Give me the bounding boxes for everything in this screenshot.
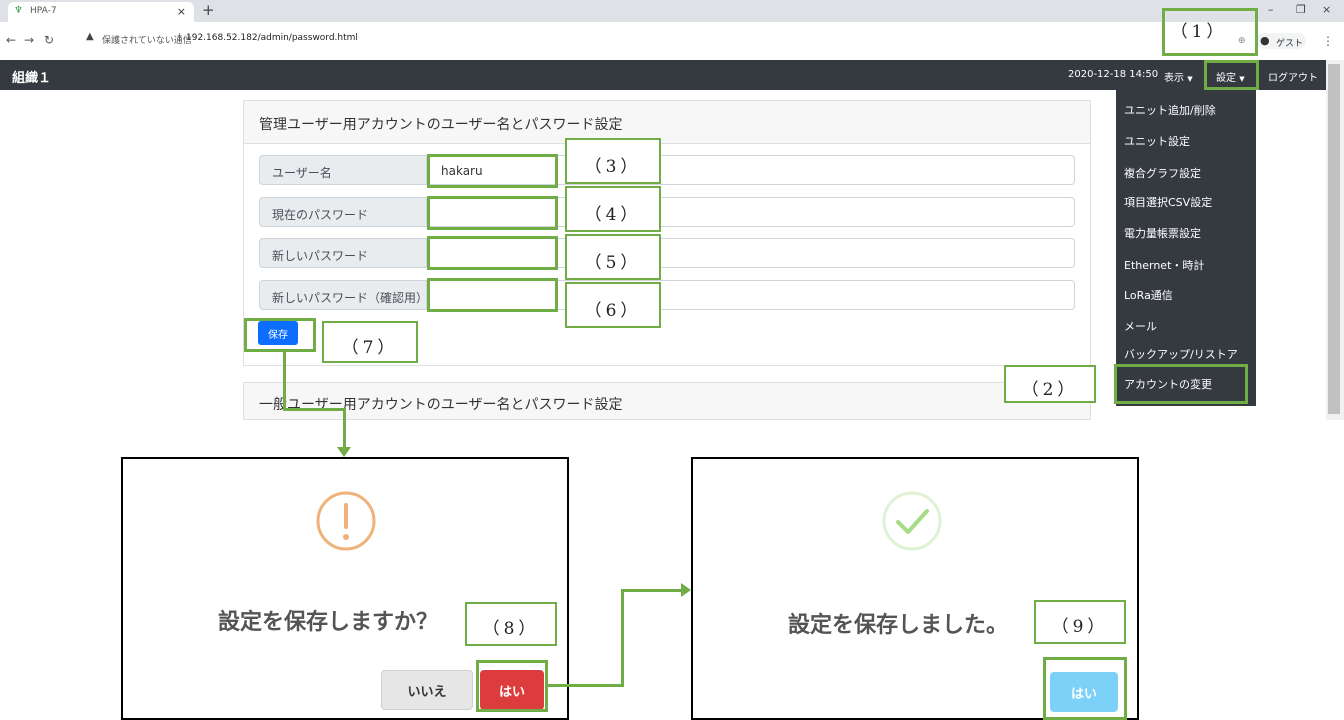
- success-check-icon: [882, 491, 942, 551]
- scrollbar-thumb[interactable]: [1328, 64, 1340, 414]
- dropdown-item[interactable]: 電力量帳票設定: [1124, 225, 1201, 241]
- annotation-box-6: [427, 278, 558, 312]
- browser-tab[interactable]: ♆ HPA-7 ×: [8, 2, 194, 22]
- arrow-right-icon: [681, 583, 691, 597]
- app-navbar: 組織１ 2020-12-18 14:50 表示 ▼ 設定 ▼ ログアウト: [0, 60, 1326, 90]
- forward-icon[interactable]: →: [24, 33, 34, 47]
- back-icon[interactable]: ←: [6, 33, 16, 47]
- admin-card-title: 管理ユーザー用アカウントのユーザー名とパスワード設定: [259, 117, 623, 133]
- settings-dropdown: ユニット追加/削除 ユニット設定 複合グラフ設定 項目選択CSV設定 電力量帳票…: [1116, 90, 1256, 406]
- warning-icon: ▲: [86, 31, 94, 42]
- annotation-label-3: （3）: [565, 138, 661, 184]
- close-tab-icon[interactable]: ×: [177, 5, 186, 18]
- dropdown-item[interactable]: LoRa通信: [1124, 287, 1173, 303]
- tab-title: HPA-7: [30, 6, 57, 16]
- minimize-icon[interactable]: –: [1268, 3, 1274, 16]
- view-menu[interactable]: 表示 ▼: [1164, 69, 1193, 84]
- reload-icon[interactable]: ↻: [44, 33, 54, 47]
- annotation-box-yes: [476, 660, 548, 712]
- datetime: 2020-12-18 14:50: [1068, 69, 1159, 80]
- confirm-password-label: 新しいパスワード（確認用）: [259, 280, 428, 310]
- connector-line: [548, 684, 624, 687]
- success-message: 設定を保存しました。: [788, 613, 1009, 638]
- new-tab-icon[interactable]: +: [202, 1, 215, 19]
- annotation-label-1: （1）: [1170, 22, 1228, 42]
- annotation-box-account: [1114, 364, 1248, 404]
- dropdown-item[interactable]: ユニット設定: [1124, 133, 1190, 149]
- dropdown-item[interactable]: Ethernet・時計: [1124, 257, 1204, 273]
- annotation-label-8: （8）: [465, 602, 557, 646]
- annotation-label-4: （4）: [565, 186, 661, 232]
- connector-line: [283, 408, 346, 411]
- profile-label: ゲスト: [1276, 39, 1304, 49]
- connector-line: [621, 589, 683, 592]
- annotation-box-5: [427, 236, 558, 270]
- dropdown-item[interactable]: バックアップ/リストア: [1124, 346, 1238, 362]
- confirm-message: 設定を保存しますか？: [218, 610, 439, 635]
- new-password-label: 新しいパスワード: [259, 238, 427, 268]
- general-card-title: 一般ユーザー用アカウントのユーザー名とパスワード設定: [259, 397, 623, 413]
- annotation-label-6: （6）: [565, 282, 661, 328]
- view-menu-label: 表示: [1164, 73, 1184, 84]
- address-separator: |: [178, 33, 182, 43]
- dropdown-item[interactable]: 複合グラフ設定: [1124, 165, 1201, 181]
- browser-menu-icon[interactable]: ⋮: [1322, 34, 1334, 48]
- annotation-label-2: （2）: [1004, 365, 1096, 403]
- connector-line: [621, 589, 624, 687]
- arrow-down-icon: [337, 447, 351, 457]
- dropdown-item[interactable]: ユニット追加/削除: [1124, 102, 1216, 118]
- sprout-favicon-icon: ♆: [14, 5, 23, 16]
- annotation-box-3: [427, 154, 558, 188]
- profile-button[interactable]: ● ゲスト: [1256, 33, 1306, 49]
- dropdown-item[interactable]: メール: [1124, 318, 1157, 334]
- annotation-box-ok: [1043, 657, 1127, 720]
- logout-link[interactable]: ログアウト: [1268, 69, 1318, 84]
- dropdown-item[interactable]: 項目選択CSV設定: [1124, 194, 1212, 210]
- annotation-box-7: [244, 318, 316, 352]
- profile-avatar-icon: ●: [1260, 34, 1270, 47]
- url-text: 192.168.52.182/admin/password.html: [186, 33, 358, 43]
- annotation-box-4: [427, 196, 558, 230]
- username-label: ユーザー名: [259, 155, 427, 185]
- restore-icon[interactable]: ❐: [1296, 3, 1306, 16]
- annotation-box-settings: [1204, 60, 1259, 90]
- annotation-label-9: （9）: [1034, 600, 1126, 644]
- annotation-label-5: （5）: [565, 234, 661, 280]
- connector-line: [343, 408, 346, 448]
- no-button[interactable]: いいえ: [381, 670, 473, 710]
- address-bar[interactable]: ▲ 保護されていない通信 | 192.168.52.182/admin/pass…: [86, 30, 1226, 50]
- annotation-label-7: （7）: [322, 321, 418, 363]
- close-window-icon[interactable]: ×: [1322, 3, 1331, 16]
- org-brand[interactable]: 組織１: [12, 67, 51, 86]
- caret-down-icon: ▼: [1187, 75, 1193, 83]
- connector-line: [283, 352, 286, 410]
- current-password-label: 現在のパスワード: [259, 197, 427, 227]
- warning-circle-icon: [316, 491, 376, 551]
